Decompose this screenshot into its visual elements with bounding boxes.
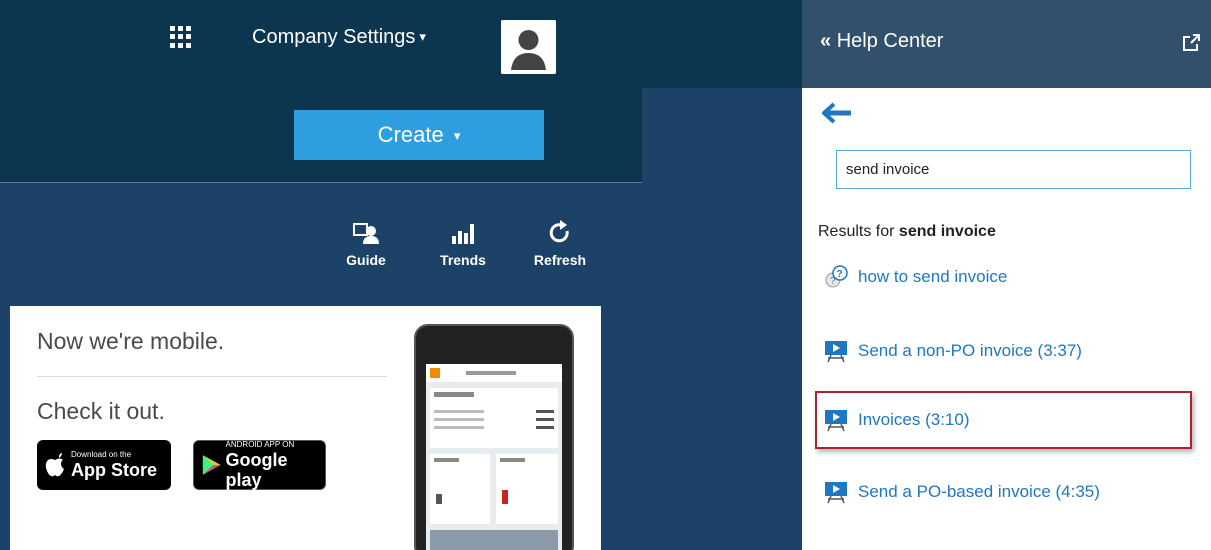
result-label: how to send invoice [858,267,1008,286]
result-label: Send a PO-based invoice (4:35) [858,482,1100,501]
back-arrow-icon[interactable] [821,102,852,129]
double-chevron-left-icon: « [820,30,832,52]
google-play-icon [202,455,221,475]
app-store-big-text: App Store [71,460,158,480]
app-store-badge[interactable]: Download on the App Store [37,440,171,490]
app-store-small-text: Download on the [71,450,132,459]
app-window: Company Settings ▾ Create ▾ Guide Trends… [0,0,1211,550]
trends-button[interactable]: Trends [428,218,498,268]
trends-label: Trends [440,252,486,268]
google-play-small-text: ANDROID APP ON [225,440,295,449]
guide-icon [331,218,401,248]
trends-icon [428,218,498,248]
apple-icon [45,453,64,477]
help-center-panel: « Help Center Results for send invoice [802,0,1211,550]
top-navigation-bar: Company Settings ▾ [0,0,802,88]
result-item-send-po-based-invoice[interactable]: Send a PO-based invoice (4:35) [824,480,1100,504]
help-center-title: Help Center [836,30,944,52]
google-play-badge[interactable]: ANDROID APP ON Google play [193,440,326,490]
google-play-big-text: Google play [225,450,288,490]
chevron-down-icon: ▾ [419,29,426,44]
create-section: Create ▾ [0,88,642,183]
result-item-invoices[interactable]: Invoices (3:10) [824,408,970,432]
divider [37,376,387,377]
user-avatar[interactable] [501,20,556,74]
promo-subline: Check it out. [37,398,165,424]
svg-text:?: ? [837,269,843,280]
help-center-header: « Help Center [802,0,1211,88]
video-icon [824,408,848,432]
refresh-icon [525,218,595,248]
results-prefix: Results for [818,223,895,240]
chevron-down-icon: ▾ [453,128,461,143]
result-item-how-to-send-invoice[interactable]: ? ? how to send invoice [824,265,1007,289]
refresh-button[interactable]: Refresh [525,218,595,268]
guide-button[interactable]: Guide [331,218,401,268]
video-icon [824,339,848,363]
create-button[interactable]: Create ▾ [294,110,544,160]
help-search-input[interactable] [836,150,1191,189]
refresh-label: Refresh [533,252,587,268]
result-label: Invoices (3:10) [858,410,970,429]
app-grid-icon[interactable] [170,26,192,48]
phone-illustration [414,324,574,550]
result-item-send-non-po-invoice[interactable]: Send a non-PO invoice (3:37) [824,339,1082,363]
company-settings-label: Company Settings [252,26,416,48]
question-icon: ? ? [824,265,848,289]
external-link-icon[interactable] [1182,34,1200,57]
mobile-promo-card: Now we're mobile. Check it out. Download… [10,306,601,550]
result-label: Send a non-PO invoice (3:37) [858,341,1082,360]
results-heading: Results for send invoice [818,223,996,241]
video-icon [824,480,848,504]
promo-headline: Now we're mobile. [37,328,225,354]
results-query: send invoice [898,223,996,240]
create-button-label: Create [377,122,444,147]
company-settings-menu[interactable]: Company Settings ▾ [252,26,426,49]
phone-screen [426,364,562,550]
guide-label: Guide [346,252,386,268]
help-center-collapse[interactable]: « Help Center [820,30,943,53]
